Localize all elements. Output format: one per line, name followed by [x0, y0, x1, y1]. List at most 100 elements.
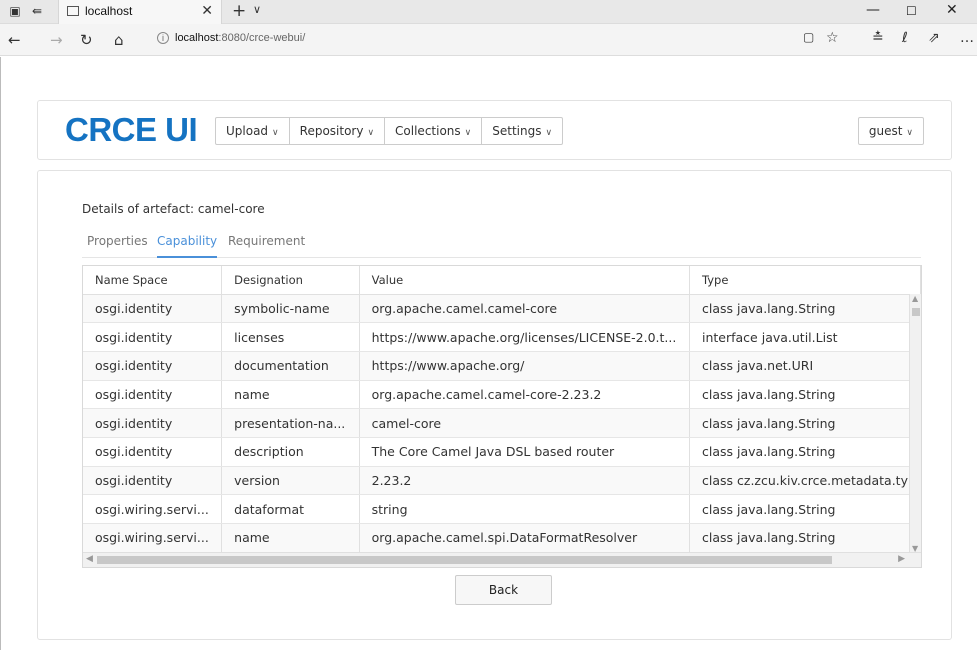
menu-upload[interactable]: Upload ∨ [216, 118, 290, 144]
url-text: localhost:8080/crce-webui/ [175, 32, 306, 44]
page-icon [67, 6, 79, 16]
cell-designation: name [221, 380, 360, 410]
column-header-value[interactable]: Value [359, 266, 691, 295]
info-icon[interactable]: i [157, 32, 169, 44]
scroll-left-icon[interactable]: ◀ [86, 554, 93, 564]
pen-icon[interactable]: ℓ [902, 30, 908, 46]
user-menu-button[interactable]: guest ∨ [857, 117, 924, 145]
cell-designation: presentation-na... [221, 408, 360, 438]
cell-designation: name [221, 523, 360, 553]
main-menu: Upload ∨ Repository ∨ Collections ∨ Setting… [215, 117, 564, 145]
tab-actions-icon[interactable]: ▣ [8, 4, 22, 18]
reading-view-icon[interactable]: ▢ [803, 30, 814, 44]
share-icon[interactable]: ⇗ [928, 30, 940, 46]
forward-arrow-icon[interactable]: → [50, 31, 63, 49]
cell-type: class java.lang.String [689, 494, 921, 524]
cell-designation: symbolic-name [221, 294, 360, 324]
table-row[interactable]: osgi.identity documentation https://www.ap… [83, 351, 921, 381]
cell-type: class java.lang.String [689, 437, 921, 467]
cell-namespace: osgi.identity [83, 466, 223, 496]
cell-value: org.apache.camel.camel-core-2.23.2 [359, 380, 691, 410]
cell-designation: licenses [221, 322, 360, 352]
cell-type: interface java.util.List [689, 322, 921, 352]
browser-tab-bar: ▣ ⇚ localhost ✕ + ∨ — ☐ ✕ [0, 0, 977, 25]
menu-collections[interactable]: Collections ∨ [385, 118, 483, 144]
capability-table: Name Space Designation Value Type osgi.i… [82, 265, 922, 568]
window-close-icon[interactable]: ✕ [946, 2, 958, 18]
table-row[interactable]: osgi.identity symbolic-name org.apache.cam… [83, 294, 921, 324]
cell-value: org.apache.camel.spi.DataFormatResolver [359, 523, 691, 553]
home-icon[interactable]: ⌂ [114, 31, 124, 49]
cell-type: class cz.zcu.kiv.crce.metadata.ty [689, 466, 921, 496]
tab-switch-icon[interactable]: ⇚ [30, 4, 44, 18]
table-row[interactable]: osgi.identity description The Core Camel J… [83, 437, 921, 467]
url-field[interactable]: i localhost:8080/crce-webui/ [147, 28, 827, 51]
column-header-namespace[interactable]: Name Space [83, 266, 223, 295]
chevron-down-icon: ∨ [464, 128, 472, 138]
details-tabs: Properties Capability Requirement [82, 234, 921, 258]
tab-requirement[interactable]: Requirement [228, 234, 305, 258]
cell-type: class java.lang.String [689, 294, 921, 324]
close-icon[interactable]: ✕ [201, 3, 213, 19]
app-navbar: CRCE UI Upload ∨ Repository ∨ Collections ∨… [37, 100, 952, 160]
plus-icon[interactable]: + [232, 1, 246, 21]
browser-tab[interactable]: localhost ✕ [58, 0, 222, 25]
scroll-right-icon[interactable]: ▶ [898, 554, 905, 564]
cell-value: 2.23.2 [359, 466, 691, 496]
details-title: Details of artefact: camel-core [82, 202, 265, 216]
address-bar: ← → ↻ ⌂ i localhost:8080/crce-webui/ ▢ ☆… [0, 24, 977, 56]
tab-title: localhost [85, 4, 133, 18]
horizontal-scrollbar[interactable]: ◀ ▶ [83, 552, 921, 567]
chevron-down-icon[interactable]: ∨ [253, 3, 261, 16]
chevron-down-icon: ∨ [906, 128, 913, 138]
vertical-scrollbar[interactable]: ▲ ▼ [909, 294, 921, 553]
menu-settings[interactable]: Settings ∨ [482, 118, 562, 144]
cell-type: class java.lang.String [689, 408, 921, 438]
cell-value: org.apache.camel.camel-core [359, 294, 691, 324]
cell-namespace: osgi.identity [83, 294, 223, 324]
table-header-row: Name Space Designation Value Type [83, 266, 921, 295]
chevron-down-icon: ∨ [272, 128, 279, 138]
scroll-up-icon[interactable]: ▲ [912, 294, 918, 303]
table-row[interactable]: osgi.identity presentation-na... camel-cor… [83, 408, 921, 438]
back-button[interactable]: Back [455, 575, 552, 605]
star-icon[interactable]: ☆ [826, 30, 839, 46]
table-body: osgi.identity symbolic-name org.apache.cam… [83, 294, 921, 553]
table-row[interactable]: osgi.wiring.servi... dataformat string clas… [83, 494, 921, 524]
cell-namespace: osgi.identity [83, 380, 223, 410]
cell-designation: documentation [221, 351, 360, 381]
column-header-designation[interactable]: Designation [221, 266, 360, 295]
table-row[interactable]: osgi.identity version 2.23.2 class cz.zcu.k… [83, 466, 921, 496]
cell-namespace: osgi.identity [83, 437, 223, 467]
maximize-icon[interactable]: ☐ [906, 4, 917, 18]
cell-designation: dataformat [221, 494, 360, 524]
chevron-down-icon: ∨ [367, 128, 375, 138]
favorites-hub-icon[interactable]: ≛ [872, 30, 884, 46]
refresh-icon[interactable]: ↻ [80, 31, 93, 49]
cell-type: class java.lang.String [689, 380, 921, 410]
table-row[interactable]: osgi.identity licenses https://www.apache.… [83, 322, 921, 352]
table-row[interactable]: osgi.identity name org.apache.camel.camel-… [83, 380, 921, 410]
cell-value: https://www.apache.org/licenses/LICENSE-… [359, 322, 691, 352]
more-icon[interactable]: … [960, 30, 974, 46]
tab-capability[interactable]: Capability [157, 234, 218, 258]
chevron-down-icon: ∨ [545, 128, 553, 138]
cell-designation: version [221, 466, 360, 496]
cell-namespace: osgi.identity [83, 408, 223, 438]
minimize-icon[interactable]: — [866, 2, 880, 18]
cell-namespace: osgi.wiring.servi... [83, 494, 223, 524]
brand-logo[interactable]: CRCE UI [65, 111, 198, 149]
details-card: Details of artefact: camel-core Properti… [37, 170, 952, 640]
cell-value: string [359, 494, 691, 524]
table-row[interactable]: osgi.wiring.servi... name org.apache.camel… [83, 523, 921, 553]
cell-namespace: osgi.identity [83, 322, 223, 352]
back-arrow-icon[interactable]: ← [8, 31, 21, 49]
menu-repository[interactable]: Repository ∨ [290, 118, 386, 144]
scroll-thumb[interactable] [912, 308, 920, 316]
column-header-type[interactable]: Type [689, 266, 921, 295]
tab-properties[interactable]: Properties [87, 234, 148, 258]
cell-namespace: osgi.identity [83, 351, 223, 381]
cell-value: The Core Camel Java DSL based router [359, 437, 691, 467]
scroll-thumb[interactable] [97, 556, 832, 564]
cell-namespace: osgi.wiring.servi... [83, 523, 223, 553]
